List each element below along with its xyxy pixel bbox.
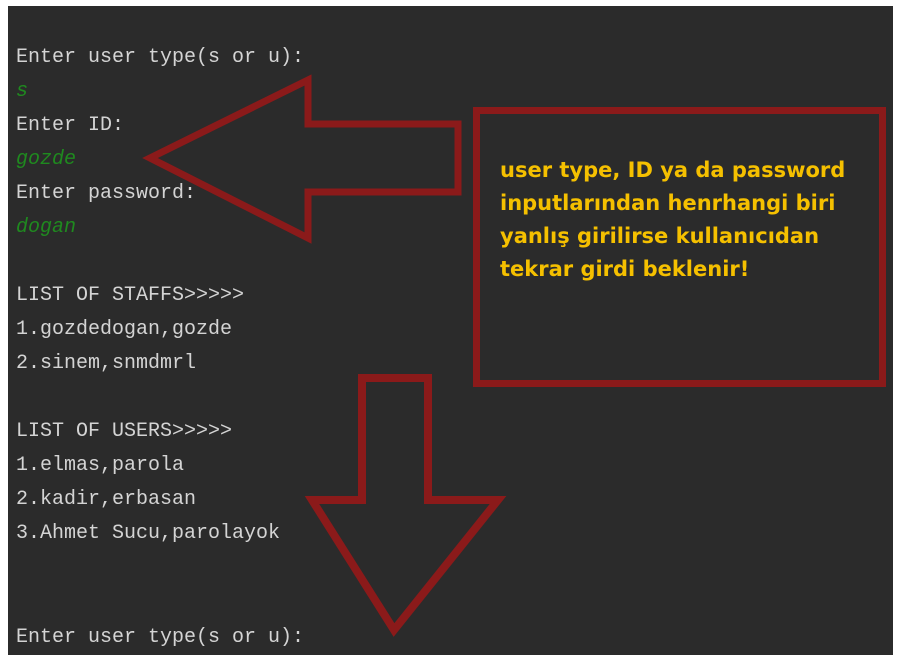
console-line: Enter ID: (16, 114, 125, 137)
console-line: 1.elmas,parola (16, 454, 185, 477)
console-input-line: dogan (16, 216, 77, 239)
console-line: 2.kadir,erbasan (16, 488, 197, 511)
annotation-text: user type, ID ya da password inputlarınd… (500, 154, 870, 286)
annotation-line: tekrar girdi beklenir! (500, 257, 750, 281)
left-arrow-icon (142, 74, 462, 244)
annotation-line: inputlarından henrhangi biri (500, 191, 836, 215)
console-line: Enter user type(s or u): (16, 626, 305, 649)
console-line: 2.sinem,snmdmrl (16, 352, 197, 375)
console-input-line: gozde (16, 148, 77, 171)
down-arrow-icon (304, 374, 507, 637)
screenshot-stage: Enter user type(s or u): s Enter ID: goz… (0, 0, 900, 655)
annotation-line: yanlış girilirse kullanıcıdan (500, 224, 820, 248)
console-line: 3.Ahmet Sucu,parolayok (16, 522, 281, 545)
console-line: 1.gozdedogan,gozde (16, 318, 233, 341)
console-line: LIST OF STAFFS>>>>> (16, 284, 245, 307)
console-line: Enter user type(s or u): (16, 46, 305, 69)
annotation-line: user type, ID ya da password (500, 158, 846, 182)
console-line: LIST OF USERS>>>>> (16, 420, 233, 443)
annotation-box: user type, ID ya da password inputlarınd… (473, 107, 886, 387)
console-input-line: s (16, 80, 29, 103)
